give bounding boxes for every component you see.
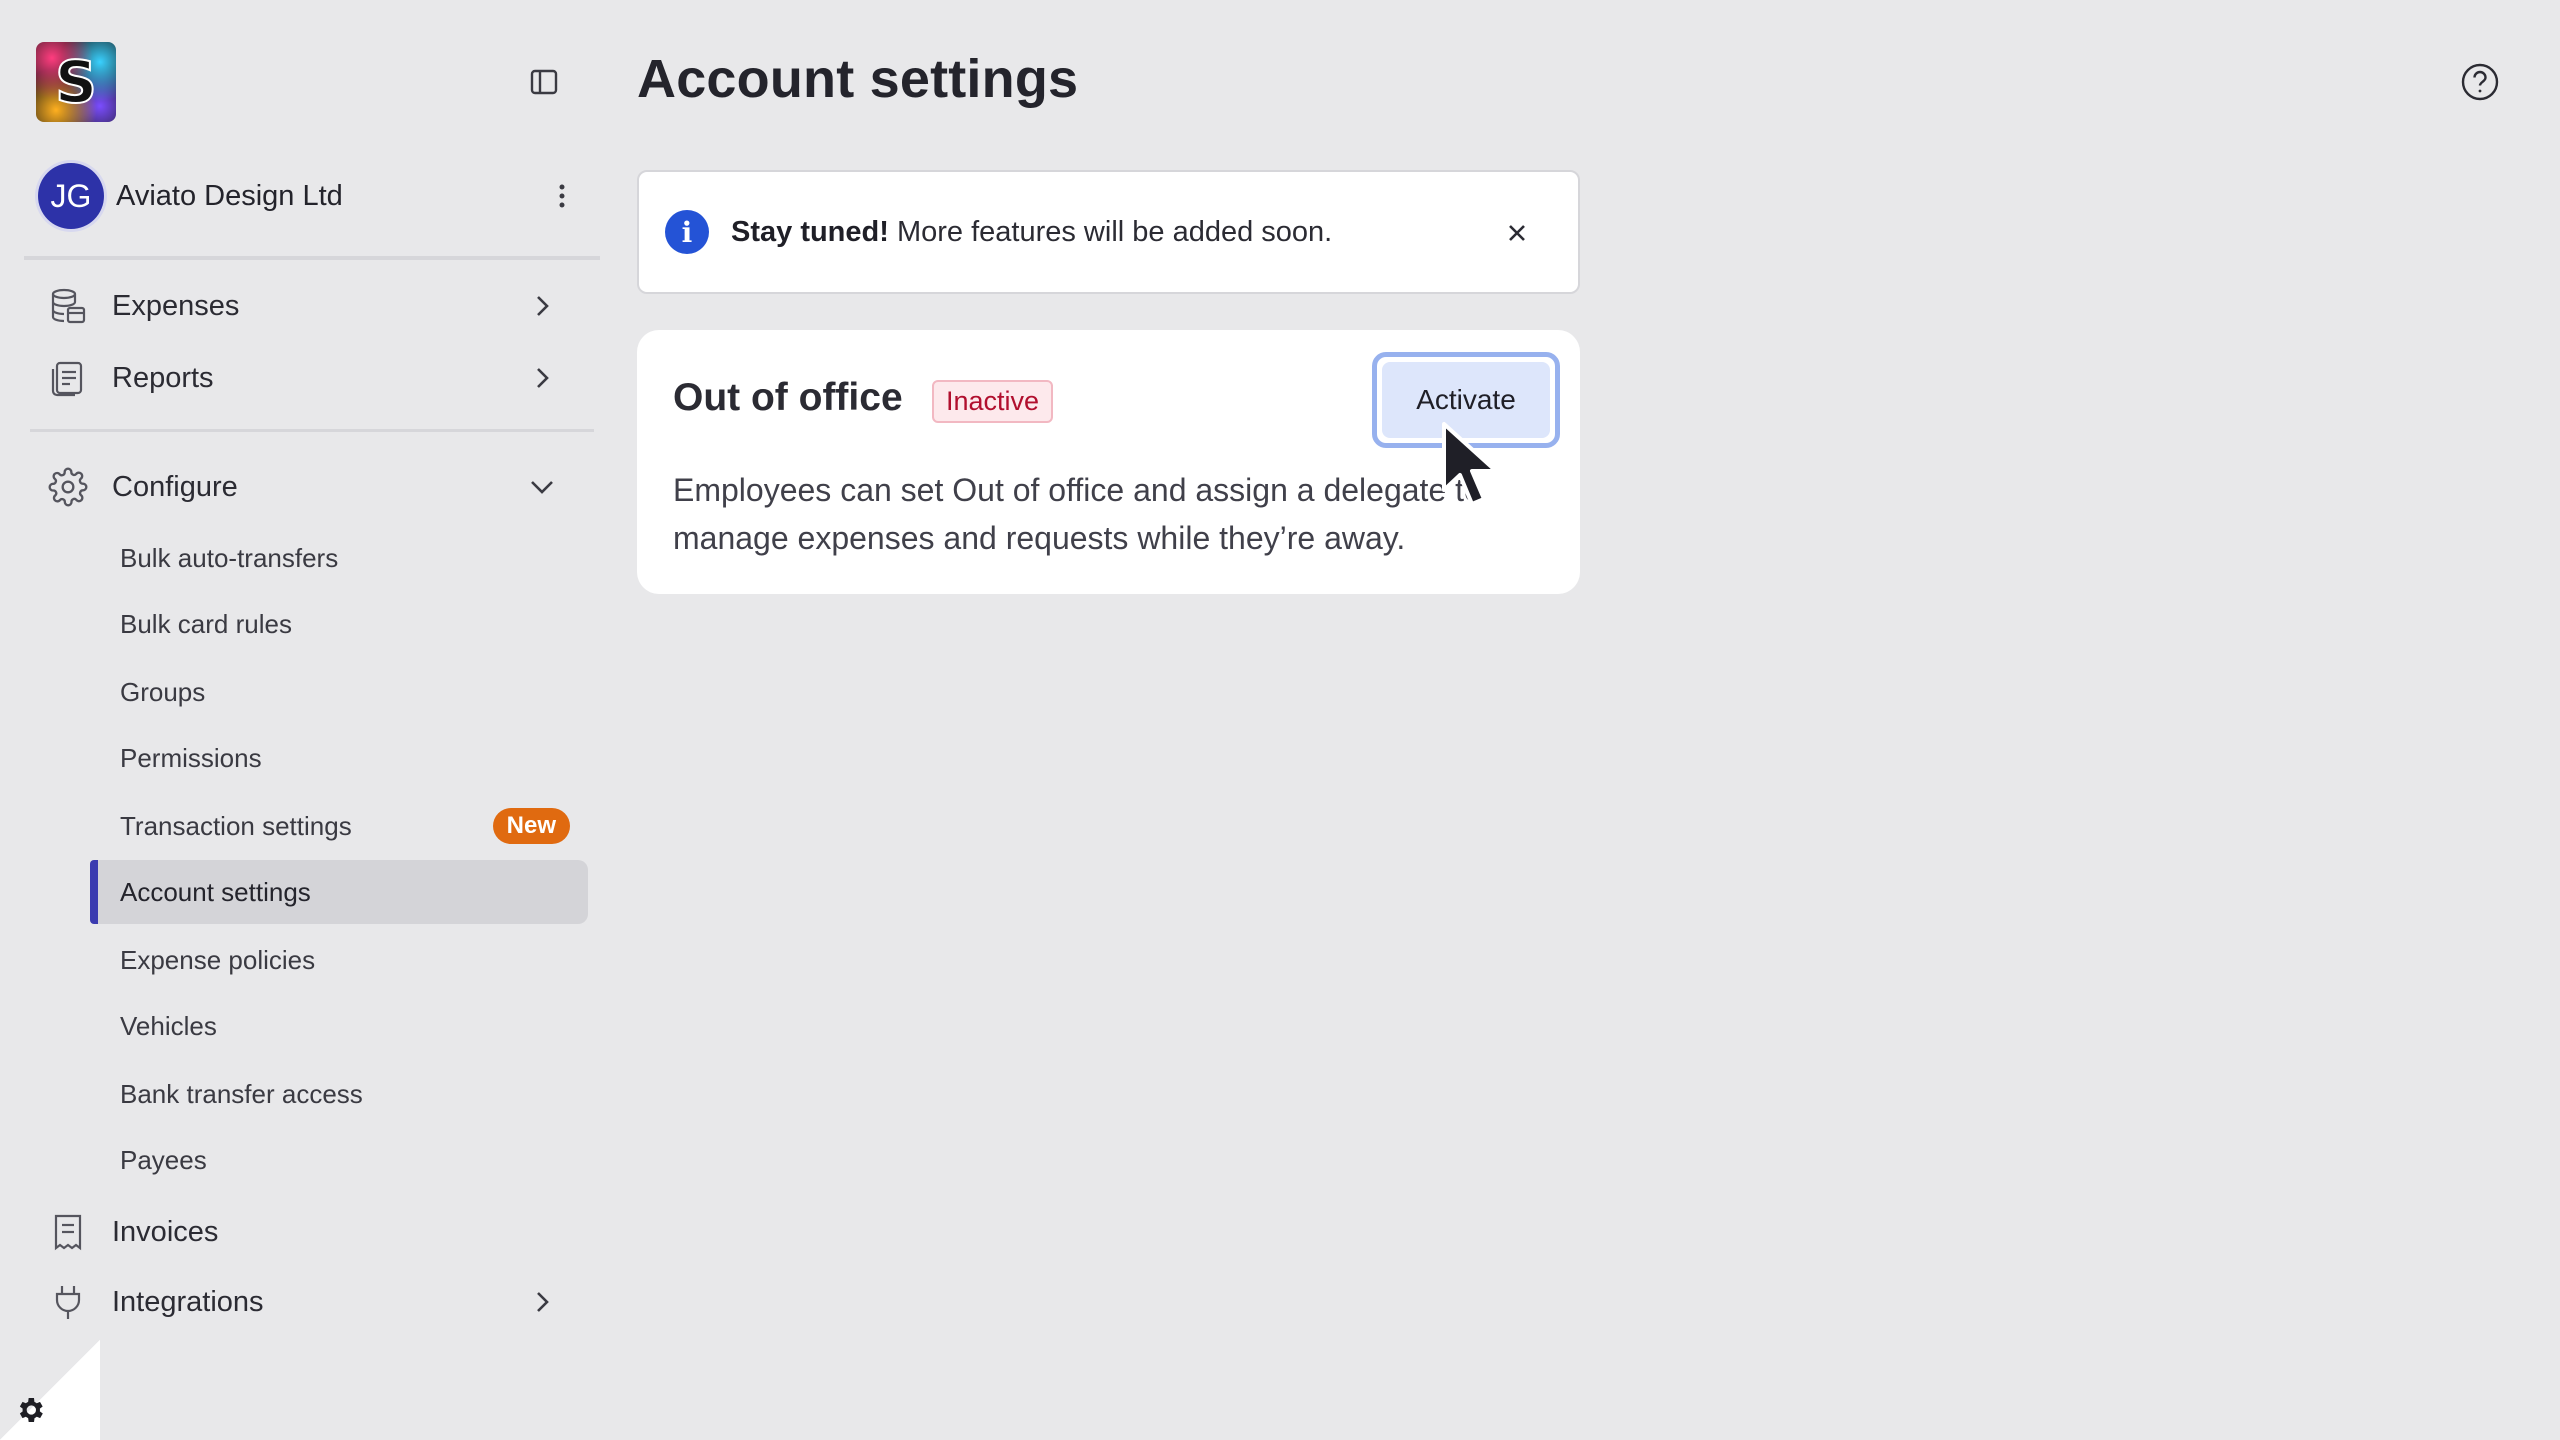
sidebar-item-bulk-auto-transfers[interactable]: Bulk auto-transfers	[90, 526, 588, 590]
divider	[30, 429, 594, 432]
chevron-down-icon	[531, 481, 553, 494]
reports-icon	[51, 361, 83, 397]
banner-message: Stay tuned! More features will be added …	[731, 216, 1332, 249]
dismiss-banner-button[interactable]	[1502, 218, 1532, 248]
sidebar-item-account-settings[interactable]: Account settings	[90, 860, 588, 924]
nav-item-invoices[interactable]: Invoices	[38, 1202, 578, 1262]
sidebar-item-label: Bank transfer access	[120, 1078, 363, 1109]
sidebar-item-transaction-settings[interactable]: Transaction settings New	[90, 794, 588, 858]
nav-label: Invoices	[112, 1215, 219, 1248]
status-badge: Inactive	[932, 380, 1054, 423]
sidebar: S JG Aviato Design Ltd Expenses Reports …	[0, 0, 610, 1440]
sidebar-item-permissions[interactable]: Permissions	[90, 726, 588, 790]
nav-item-reports[interactable]: Reports	[38, 348, 578, 408]
logo-letter: S	[54, 48, 98, 116]
nav-label: Reports	[112, 361, 214, 394]
sidebar-item-payees[interactable]: Payees	[90, 1128, 588, 1192]
mouse-cursor-icon	[1442, 422, 1498, 506]
nav-label: Integrations	[112, 1285, 264, 1318]
sidebar-item-bank-transfer-access[interactable]: Bank transfer access	[90, 1062, 588, 1126]
sidebar-item-label: Bulk card rules	[120, 608, 292, 639]
close-icon	[1509, 225, 1525, 241]
database-icon	[51, 288, 86, 324]
sidebar-item-expense-policies[interactable]: Expense policies	[90, 928, 588, 992]
sidebar-item-label: Groups	[120, 676, 206, 707]
settings-corner[interactable]	[0, 1340, 100, 1440]
nav-label: Configure	[112, 470, 238, 503]
sidebar-item-vehicles[interactable]: Vehicles	[90, 994, 588, 1058]
nav-item-expenses[interactable]: Expenses	[38, 276, 578, 336]
help-circle-icon	[2461, 63, 2499, 101]
collapse-sidebar-button[interactable]	[528, 66, 560, 98]
sidebar-item-label: Transaction settings	[120, 810, 352, 841]
banner-text: More features will be added soon.	[888, 215, 1333, 248]
sidebar-item-label: Permissions	[120, 742, 262, 773]
more-vertical-icon	[559, 184, 565, 208]
chevron-right-icon	[537, 296, 549, 316]
nav-item-integrations[interactable]: Integrations	[38, 1272, 578, 1332]
new-badge: New	[492, 808, 570, 844]
banner-title: Stay tuned!	[731, 215, 889, 248]
help-button[interactable]	[2460, 62, 2500, 102]
receipt-icon	[54, 1214, 82, 1251]
sidebar-item-label: Expense policies	[120, 944, 316, 975]
sidebar-item-label: Vehicles	[120, 1010, 217, 1041]
avatar: JG	[38, 163, 104, 229]
divider	[24, 256, 600, 260]
info-banner: i Stay tuned! More features will be adde…	[637, 170, 1580, 294]
sidebar-item-bulk-card-rules[interactable]: Bulk card rules	[90, 592, 588, 656]
nav-item-configure[interactable]: Configure	[38, 457, 578, 517]
gear-icon	[19, 1398, 43, 1422]
gear-icon	[48, 467, 88, 507]
org-menu-button[interactable]	[546, 180, 578, 212]
card-description: Employees can set Out of office and assi…	[673, 472, 1482, 556]
sidebar-item-label: Payees	[120, 1144, 207, 1175]
nav-label: Expenses	[112, 289, 240, 322]
sidebar-toggle-icon	[530, 69, 558, 95]
page-title: Account settings	[637, 49, 1079, 109]
card-title: Out of office	[673, 376, 903, 419]
info-icon: i	[665, 210, 709, 254]
chevron-right-icon	[537, 368, 549, 388]
sidebar-item-label: Account settings	[120, 876, 311, 907]
company-logo[interactable]: S	[36, 42, 116, 122]
sidebar-item-groups[interactable]: Groups	[90, 660, 588, 724]
org-name: Aviato Design Ltd	[116, 179, 343, 212]
plug-icon	[55, 1286, 81, 1319]
org-switcher[interactable]: JG Aviato Design Ltd	[38, 162, 578, 230]
sidebar-item-label: Bulk auto-transfers	[120, 542, 339, 573]
chevron-right-icon	[537, 1292, 549, 1312]
